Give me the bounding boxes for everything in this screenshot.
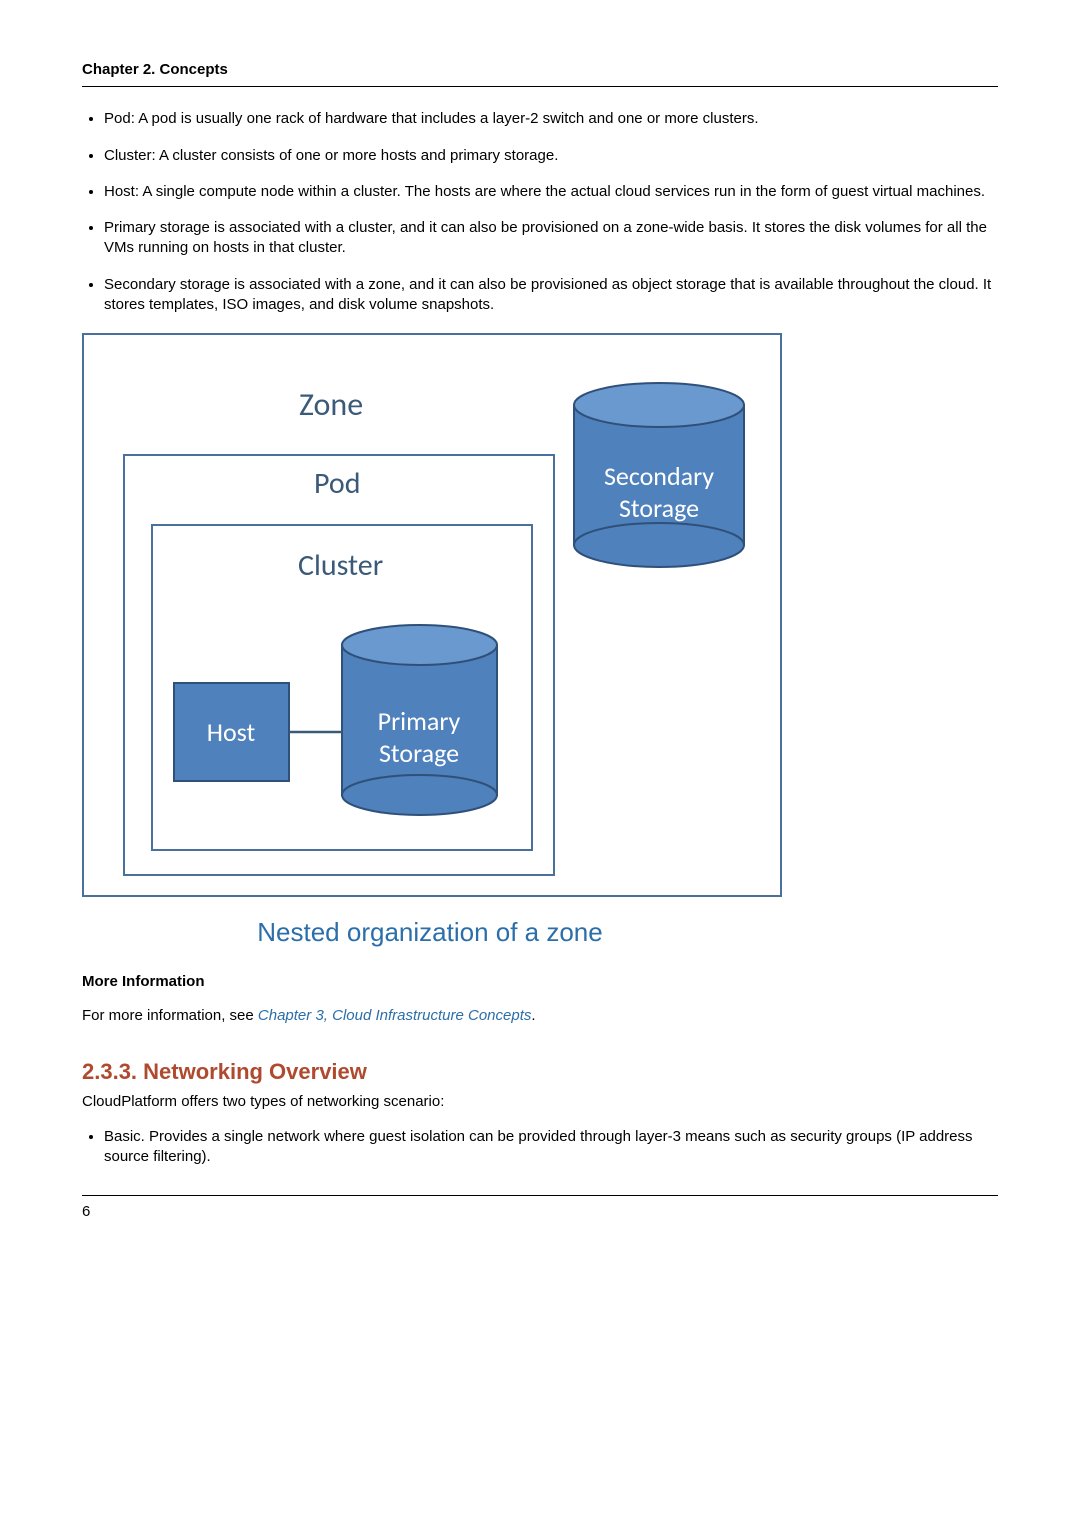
secondary-storage-label-2: Storage: [619, 492, 699, 524]
zone-label: Zone: [299, 385, 363, 424]
primary-storage-label-1: Primary: [378, 705, 461, 737]
bullet-secondary-storage: Secondary storage is associated with a z…: [104, 275, 998, 316]
zone-diagram: Zone Secondary Storage Pod Cluster Host …: [82, 333, 782, 897]
more-info-prefix: For more information, see: [82, 1007, 258, 1024]
secondary-storage-cylinder: Secondary Storage: [574, 383, 744, 567]
chapter-3-link[interactable]: Chapter 3, Cloud Infrastructure Concepts: [258, 1007, 531, 1024]
networking-bullet-basic: Basic. Provides a single network where g…: [104, 1127, 998, 1168]
diagram-caption: Nested organization of a zone: [82, 915, 778, 950]
bullet-primary-storage: Primary storage is associated with a clu…: [104, 218, 998, 259]
section-2-3-3-heading: 2.3.3. Networking Overview: [82, 1057, 998, 1087]
more-information-text: For more information, see Chapter 3, Clo…: [82, 1006, 998, 1026]
concept-bullet-list: Pod: A pod is usually one rack of hardwa…: [82, 109, 998, 315]
secondary-storage-label-1: Secondary: [604, 460, 714, 492]
page-number: 6: [82, 1203, 90, 1220]
bullet-pod: Pod: A pod is usually one rack of hardwa…: [104, 109, 998, 129]
primary-storage-cylinder: Primary Storage: [342, 625, 497, 815]
networking-intro: CloudPlatform offers two types of networ…: [82, 1092, 998, 1112]
more-info-suffix: .: [531, 1007, 535, 1024]
host-label: Host: [207, 716, 256, 748]
networking-bullet-list: Basic. Provides a single network where g…: [82, 1127, 998, 1168]
cluster-label: Cluster: [298, 547, 383, 584]
bullet-host: Host: A single compute node within a clu…: [104, 182, 998, 202]
pod-label: Pod: [314, 465, 360, 502]
more-information-heading: More Information: [82, 972, 998, 992]
page-footer: 6: [82, 1195, 998, 1222]
chapter-header: Chapter 2. Concepts: [82, 60, 998, 87]
bullet-cluster: Cluster: A cluster consists of one or mo…: [104, 146, 998, 166]
primary-storage-label-2: Storage: [379, 737, 459, 769]
